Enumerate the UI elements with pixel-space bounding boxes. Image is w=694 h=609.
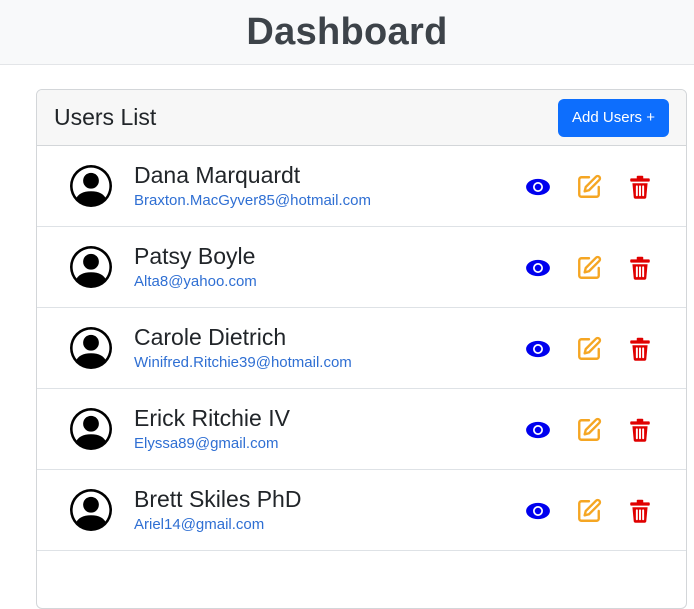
pencil-square-icon[interactable] bbox=[576, 255, 602, 281]
user-row: Carole Dietrich Winifred.Ritchie39@hotma… bbox=[37, 308, 686, 389]
trash-icon[interactable] bbox=[627, 417, 653, 443]
user-info: Erick Ritchie IV Elyssa89@gmail.com bbox=[134, 404, 290, 454]
user-email[interactable]: Alta8@yahoo.com bbox=[134, 272, 257, 292]
user-email[interactable]: Braxton.MacGyver85@hotmail.com bbox=[134, 191, 371, 211]
user-info: Dana Marquardt Braxton.MacGyver85@hotmai… bbox=[134, 161, 371, 211]
user-info: Brett Skiles PhD Ariel14@gmail.com bbox=[134, 485, 301, 535]
user-name: Erick Ritchie IV bbox=[134, 405, 290, 431]
users-card: Users List Add Users + Dana Marquardt Br… bbox=[36, 89, 687, 609]
person-circle-icon bbox=[70, 489, 112, 531]
pencil-square-icon[interactable] bbox=[576, 336, 602, 362]
card-title: Users List bbox=[54, 104, 157, 130]
page-title: Dashboard bbox=[246, 10, 448, 53]
eye-icon[interactable] bbox=[525, 255, 551, 281]
eye-icon[interactable] bbox=[525, 417, 551, 443]
row-actions bbox=[525, 255, 653, 281]
person-circle-icon bbox=[70, 327, 112, 369]
person-circle-icon bbox=[70, 246, 112, 288]
user-name: Brett Skiles PhD bbox=[134, 486, 302, 512]
row-actions bbox=[525, 417, 653, 443]
user-email[interactable]: Ariel14@gmail.com bbox=[134, 515, 301, 535]
row-actions bbox=[525, 174, 653, 200]
person-circle-icon bbox=[70, 408, 112, 450]
trash-icon[interactable] bbox=[627, 174, 653, 200]
user-info: Carole Dietrich Winifred.Ritchie39@hotma… bbox=[134, 323, 352, 373]
user-email[interactable]: Elyssa89@gmail.com bbox=[134, 434, 290, 454]
eye-icon[interactable] bbox=[525, 174, 551, 200]
person-circle-icon bbox=[70, 165, 112, 207]
pencil-square-icon[interactable] bbox=[576, 174, 602, 200]
pencil-square-icon[interactable] bbox=[576, 498, 602, 524]
eye-icon[interactable] bbox=[525, 336, 551, 362]
user-name: Patsy Boyle bbox=[134, 243, 256, 269]
pencil-square-icon[interactable] bbox=[576, 417, 602, 443]
user-row: Dana Marquardt Braxton.MacGyver85@hotmai… bbox=[37, 146, 686, 227]
user-name: Dana Marquardt bbox=[134, 162, 301, 188]
users-list: Dana Marquardt Braxton.MacGyver85@hotmai… bbox=[37, 146, 686, 551]
user-email[interactable]: Winifred.Ritchie39@hotmail.com bbox=[134, 353, 352, 373]
trash-icon[interactable] bbox=[627, 255, 653, 281]
user-row: Brett Skiles PhD Ariel14@gmail.com bbox=[37, 470, 686, 551]
row-actions bbox=[525, 336, 653, 362]
trash-icon[interactable] bbox=[627, 336, 653, 362]
user-info: Patsy Boyle Alta8@yahoo.com bbox=[134, 242, 257, 292]
row-actions bbox=[525, 498, 653, 524]
top-bar: Dashboard bbox=[0, 0, 694, 65]
add-users-button[interactable]: Add Users + bbox=[558, 98, 669, 137]
user-row: Erick Ritchie IV Elyssa89@gmail.com bbox=[37, 389, 686, 470]
user-name: Carole Dietrich bbox=[134, 324, 287, 350]
user-row: Patsy Boyle Alta8@yahoo.com bbox=[37, 227, 686, 308]
card-header: Users List Add Users + bbox=[37, 90, 686, 146]
eye-icon[interactable] bbox=[525, 498, 551, 524]
trash-icon[interactable] bbox=[627, 498, 653, 524]
